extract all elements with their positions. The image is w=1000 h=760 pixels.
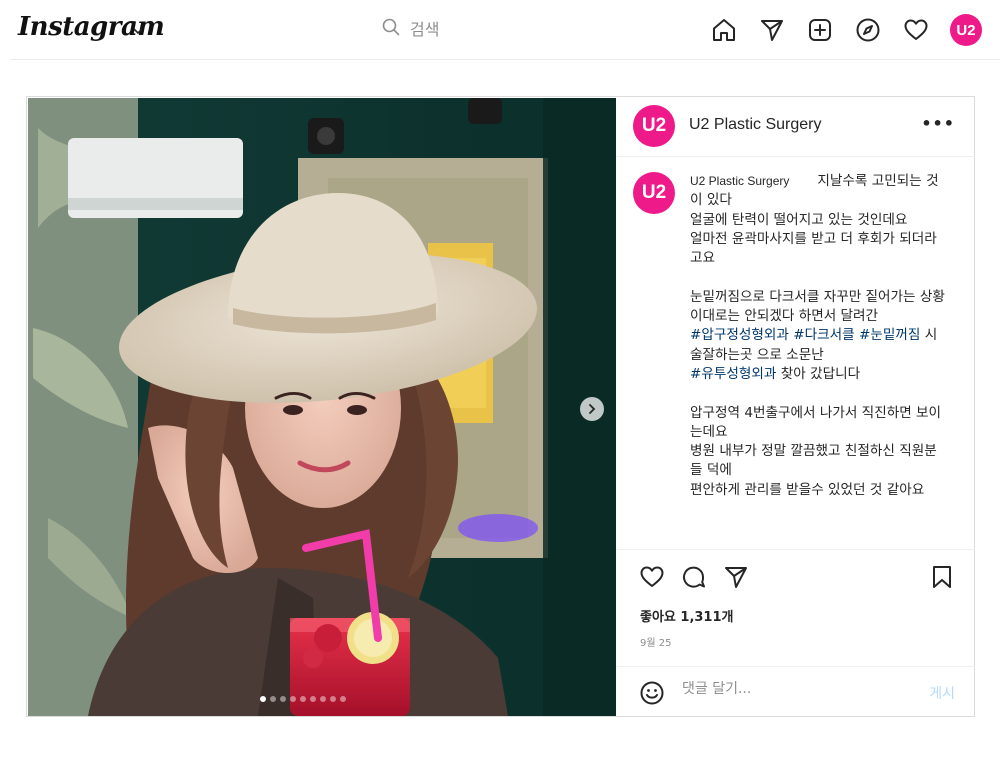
caption-line: 편안하게 관리를 받을수 있었던 것 같아요 — [690, 481, 925, 498]
post-date[interactable]: 9월 25 — [640, 634, 671, 649]
heart-icon[interactable] — [639, 564, 665, 590]
post-comment-button[interactable]: 게시 — [929, 683, 955, 703]
hashtag-link[interactable]: #유투성형외과 — [690, 366, 776, 382]
comment-box: 게시 — [617, 666, 975, 716]
comment-icon[interactable] — [681, 564, 707, 590]
top-nav-bar: Instagram U2 — [0, 0, 1000, 58]
post-header: U2 U2 Plastic Surgery ••• — [617, 97, 975, 157]
carousel-dot — [270, 696, 276, 702]
carousel-dot — [260, 696, 266, 702]
search-input[interactable] — [410, 19, 590, 39]
caption-text: U2 Plastic Surgery 지날수록 고민되는 것이 있다 얼굴에 탄력… — [690, 172, 945, 500]
carousel-dot — [320, 696, 326, 702]
post-sidebar: U2 U2 Plastic Surgery ••• U2 U2 Plastic … — [617, 97, 975, 716]
carousel-dot — [280, 696, 286, 702]
post-photo — [28, 98, 616, 716]
carousel-dot — [300, 696, 306, 702]
more-horizontal-icon[interactable]: ••• — [921, 114, 955, 133]
caption-line: 압구정역 4번출구에서 나가서 직진하면 보이는데요 — [690, 404, 942, 440]
bookmark-icon[interactable] — [929, 564, 955, 590]
compass-icon[interactable] — [854, 16, 882, 44]
caption-avatar[interactable]: U2 — [633, 172, 675, 214]
smiley-icon[interactable] — [639, 680, 665, 710]
paper-plane-icon[interactable] — [723, 564, 749, 590]
heart-icon[interactable] — [902, 16, 930, 44]
caption-line: 병원 내부가 정말 깔끔했고 친절하신 직원분들 덕에 — [690, 443, 937, 479]
search-icon — [382, 18, 400, 40]
caption-line: 찾아 갔답니다 — [776, 365, 861, 382]
caption-area: U2 U2 Plastic Surgery 지날수록 고민되는 것이 있다 얼굴에… — [617, 158, 975, 548]
topbar-divider — [10, 59, 1000, 60]
caption-line: 이대로는 안되겠다 하면서 달려간 — [690, 308, 879, 325]
caption-line: 얼굴에 탄력이 떨어지고 있는 것인데요 — [690, 211, 908, 228]
carousel-indicator — [260, 696, 346, 702]
likes-count[interactable]: 좋아요 1,311개 — [640, 606, 734, 625]
caption-line: 눈밑꺼짐으로 다크서클 자꾸만 짙어가는 상황 — [690, 288, 945, 305]
carousel-dot — [340, 696, 346, 702]
hashtag-link[interactable]: #압구정성형외과 — [690, 327, 789, 343]
post-card: U2 U2 Plastic Surgery ••• U2 U2 Plastic … — [26, 96, 975, 717]
carousel-dot — [290, 696, 296, 702]
action-buttons — [639, 564, 749, 590]
plus-square-icon[interactable] — [806, 16, 834, 44]
paper-plane-icon[interactable] — [758, 16, 786, 44]
caption-username[interactable]: U2 Plastic Surgery — [690, 174, 789, 188]
comment-input[interactable] — [682, 681, 902, 697]
carousel-dot — [330, 696, 336, 702]
search-bar[interactable] — [382, 17, 590, 41]
account-avatar[interactable]: U2 — [633, 105, 675, 147]
nav-icons: U2 — [710, 14, 982, 46]
post-actions: 좋아요 1,311개 9월 25 — [617, 549, 975, 666]
caption-line: 얼마전 윤곽마사지를 받고 더 후회가 되더라고요 — [690, 230, 937, 267]
hashtag-link[interactable]: #다크서클 — [793, 327, 854, 343]
profile-avatar[interactable]: U2 — [950, 14, 982, 46]
account-name[interactable]: U2 Plastic Surgery — [689, 116, 822, 134]
post-media[interactable] — [28, 98, 616, 716]
hashtag-link[interactable]: #눈밑꺼짐 — [859, 327, 920, 343]
carousel-next-button[interactable] — [580, 397, 604, 421]
chevron-right-icon — [589, 404, 596, 414]
chevron-down-icon[interactable] — [132, 22, 144, 41]
carousel-dot — [310, 696, 316, 702]
home-icon[interactable] — [710, 16, 738, 44]
